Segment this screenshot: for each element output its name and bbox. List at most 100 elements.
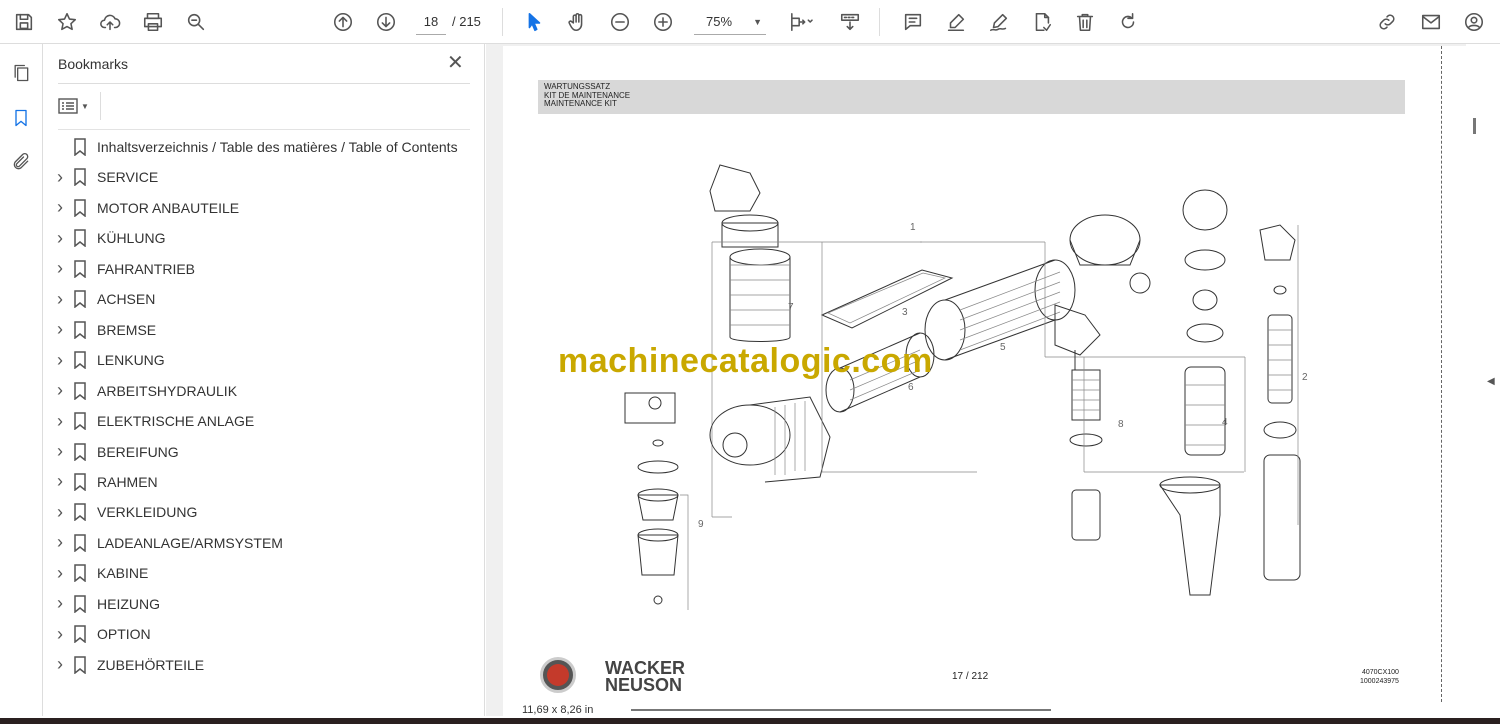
next-page-icon[interactable] (372, 8, 400, 36)
toolbar-separator (502, 8, 503, 36)
brand-line-2: NEUSON (605, 675, 683, 695)
left-nav-rail (0, 44, 43, 716)
save-icon[interactable] (10, 8, 38, 36)
divider (100, 92, 101, 120)
divider (58, 129, 470, 130)
bookmark-item[interactable]: › BREMSE (53, 317, 473, 343)
select-cursor-icon[interactable] (520, 8, 548, 36)
page-total: / 215 (452, 14, 481, 29)
account-icon[interactable] (1460, 8, 1488, 36)
close-icon[interactable]: ✕ (447, 53, 464, 73)
bookmark-item[interactable]: › VERKLEIDUNG (53, 499, 473, 525)
bookmark-item[interactable]: › SERVICE (53, 164, 473, 190)
attachments-icon[interactable] (8, 149, 34, 175)
callout-4: 4 (1222, 417, 1228, 428)
chevron-right-icon[interactable]: › (53, 380, 67, 401)
bookmark-label: HEIZUNG (97, 595, 160, 612)
zoom-dropdown[interactable]: 75% ▼ (694, 9, 766, 35)
stamp-icon[interactable] (1028, 8, 1056, 36)
bookmark-label: LADEANLAGE/ARMSYSTEM (97, 534, 283, 551)
bookmark-item[interactable]: › KÜHLUNG (53, 225, 473, 251)
bookmark-item[interactable]: › ZUBEHÖRTEILE (53, 652, 473, 678)
scrollbar-thumb[interactable] (1473, 118, 1476, 134)
cloud-upload-icon[interactable] (96, 8, 124, 36)
highlight-pen-icon[interactable] (942, 8, 970, 36)
callout-9: 9 (698, 519, 704, 530)
print-icon[interactable] (139, 8, 167, 36)
share-link-icon[interactable] (1373, 8, 1401, 36)
draw-sign-icon[interactable] (985, 8, 1013, 36)
bookmark-item[interactable]: › LENKUNG (53, 347, 473, 373)
chevron-right-icon[interactable]: › (53, 289, 67, 310)
bookmark-item[interactable]: › ARBEITSHYDRAULIK (53, 378, 473, 404)
bookmark-item[interactable]: › KABINE (53, 560, 473, 586)
zoom-search-icon[interactable] (182, 8, 210, 36)
chevron-right-icon[interactable]: › (53, 654, 67, 675)
bookmarks-icon[interactable] (8, 105, 34, 131)
delete-icon[interactable] (1071, 8, 1099, 36)
bookmark-item[interactable]: › FAHRANTRIEB (53, 256, 473, 282)
chevron-right-icon[interactable]: › (53, 563, 67, 584)
bookmark-item[interactable]: › LADEANLAGE/ARMSYSTEM (53, 530, 473, 556)
horizontal-scrollbar[interactable] (631, 709, 1051, 711)
bookmark-icon (73, 168, 87, 187)
bookmark-icon (73, 381, 87, 401)
zoom-out-icon[interactable] (606, 8, 634, 36)
chevron-right-icon[interactable]: › (53, 411, 67, 432)
scroll-mode-icon[interactable] (836, 8, 864, 36)
page-size-label: 11,69 x 8,26 in (522, 704, 594, 716)
bookmark-label: ZUBEHÖRTEILE (97, 656, 205, 673)
comment-icon[interactable] (899, 8, 927, 36)
email-icon[interactable] (1417, 8, 1445, 36)
expand-right-panel-icon[interactable]: ◀ (1487, 376, 1495, 387)
brand-name: WACKER NEUSON (605, 659, 685, 695)
page-fit-icon[interactable] (783, 8, 819, 36)
bookmark-item[interactable]: › OPTION (53, 621, 473, 647)
bookmark-label: ARBEITSHYDRAULIK (97, 382, 238, 399)
zoom-in-icon[interactable] (649, 8, 677, 36)
chevron-right-icon[interactable]: › (53, 258, 67, 279)
header-title-de: WARTUNGSSATZ (544, 82, 611, 91)
chevron-right-icon[interactable]: › (53, 167, 67, 188)
bookmark-item[interactable]: › RAHMEN (53, 469, 473, 495)
bookmark-icon (73, 503, 87, 522)
chevron-right-icon[interactable]: › (53, 624, 67, 645)
page-thumbnails-icon[interactable] (8, 60, 34, 86)
previous-page-icon[interactable] (329, 8, 357, 36)
vertical-scrollbar[interactable] (1466, 44, 1486, 716)
maintenance-kit-diagram: 1 2 3 4 5 6 7 8 9 (624, 164, 1308, 610)
bookmark-item[interactable]: › HEIZUNG (53, 591, 473, 617)
callout-7: 7 (788, 302, 794, 313)
bookmark-item[interactable]: › BEREIFUNG (53, 439, 473, 465)
bookmark-item[interactable]: › ELEKTRISCHE ANLAGE (53, 408, 473, 434)
callout-3: 3 (902, 307, 908, 318)
chevron-right-icon[interactable]: › (53, 228, 67, 249)
star-icon[interactable] (53, 8, 81, 36)
bookmark-label: OPTION (97, 626, 151, 643)
chevron-right-icon[interactable]: › (53, 471, 67, 492)
bookmark-item[interactable]: › ACHSEN (53, 286, 473, 312)
chevron-right-icon[interactable]: › (53, 319, 67, 340)
bookmark-icon (73, 473, 87, 492)
header-title-fr: KIT DE MAINTENANCE (544, 90, 631, 100)
chevron-right-icon[interactable]: › (53, 502, 67, 523)
chevron-right-icon[interactable]: › (53, 350, 67, 371)
hand-tool-icon[interactable] (563, 8, 591, 36)
chevron-right-icon[interactable]: › (53, 593, 67, 614)
panel-title: Bookmarks (58, 56, 129, 72)
chevron-right-icon[interactable]: › (53, 441, 67, 462)
bookmark-item[interactable]: › MOTOR ANBAUTEILE (53, 195, 473, 221)
chevron-right-icon[interactable]: › (53, 532, 67, 553)
bookmark-item[interactable]: ›Inhaltsverzeichnis / Table des matières… (53, 134, 473, 160)
bookmark-icon (73, 351, 87, 370)
bookmark-label: ACHSEN (97, 291, 156, 308)
chevron-right-icon[interactable]: › (53, 197, 67, 218)
doc-number-2: 1000243975 (1360, 678, 1399, 685)
callout-6: 6 (908, 382, 914, 393)
rotate-icon[interactable] (1114, 8, 1142, 36)
document-number: 4070CX100 1000243975 (1360, 668, 1399, 686)
bookmark-options-button[interactable]: ▼ (58, 94, 96, 118)
bookmark-label: RAHMEN (97, 473, 158, 490)
bookmark-icon (73, 442, 87, 462)
page-number-input[interactable] (416, 9, 446, 35)
